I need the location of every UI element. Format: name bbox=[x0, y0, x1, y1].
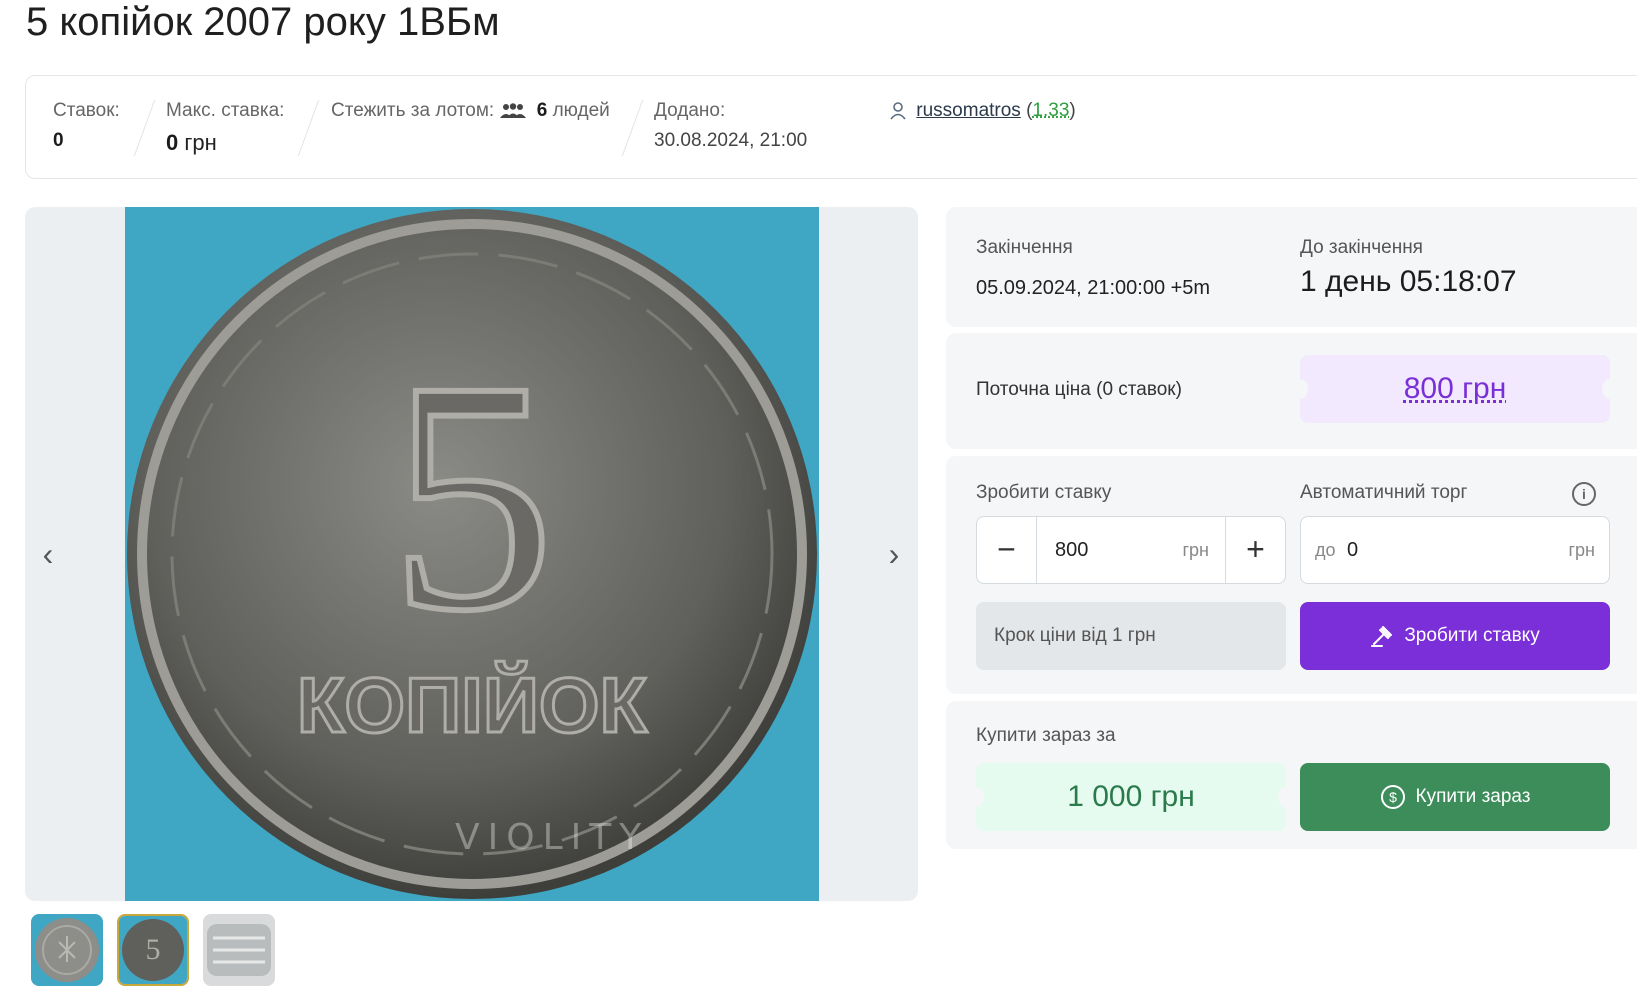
price-step-info: Крок ціни від 1 грн bbox=[976, 602, 1286, 670]
bid-label: Зробити ставку bbox=[976, 482, 1112, 503]
current-price-panel: Поточна ціна (0 ставок) 800 грн bbox=[946, 333, 1637, 449]
chevron-left-icon[interactable]: ‹ bbox=[31, 537, 65, 571]
chip-notch bbox=[1292, 379, 1308, 399]
auto-bid-prefix: до bbox=[1315, 540, 1336, 560]
buy-now-button[interactable]: $ Купити зараз bbox=[1300, 763, 1610, 831]
added-stat: Додано: 30.08.2024, 21:00 bbox=[654, 100, 807, 152]
current-price-chip: 800 грн bbox=[1300, 355, 1610, 423]
bids-stat: Ставок: 0 bbox=[53, 100, 120, 152]
thumbnail-coin-edge[interactable] bbox=[203, 914, 275, 986]
auto-bid-field[interactable]: до 0 грн bbox=[1300, 516, 1610, 584]
buy-now-price: 1 000 грн bbox=[976, 763, 1286, 831]
watchers-stat: Стежить за лотом: 6 людей bbox=[331, 100, 610, 122]
current-price-value[interactable]: 800 грн bbox=[1404, 372, 1507, 405]
bid-currency: грн bbox=[1182, 540, 1209, 560]
max-bid-label: Макс. ставка: bbox=[166, 100, 285, 121]
timing-panel: Закінчення 05.09.2024, 21:00:00 +5m До з… bbox=[946, 207, 1637, 327]
max-bid-value: 0 грн bbox=[166, 130, 217, 155]
chevron-right-icon[interactable]: › bbox=[877, 537, 911, 571]
people-icon bbox=[500, 103, 527, 118]
page-title: 5 копійок 2007 року 1ВБм bbox=[26, 0, 500, 44]
svg-text:5: 5 bbox=[146, 933, 161, 966]
seller-rating[interactable]: 1.33 bbox=[1032, 100, 1069, 121]
watchers-label: Стежить за лотом: bbox=[331, 100, 495, 121]
seller-info: russomatros (1.33) bbox=[889, 100, 1076, 122]
coin-word: КОПІЙОК bbox=[297, 661, 648, 749]
divider bbox=[133, 100, 156, 156]
current-price-label: Поточна ціна (0 ставок) bbox=[976, 379, 1182, 400]
coin-thumb-icon bbox=[203, 914, 275, 986]
user-icon bbox=[890, 102, 906, 120]
buy-now-button-label: Купити зараз bbox=[1415, 786, 1531, 807]
added-value: 30.08.2024, 21:00 bbox=[654, 130, 808, 151]
time-left-value: 1 день 05:18:07 bbox=[1300, 265, 1517, 298]
bid-amount-input[interactable]: 800 bbox=[1055, 517, 1088, 583]
time-left-label: До закінчення bbox=[1300, 237, 1423, 258]
bids-label: Ставок: bbox=[53, 100, 120, 121]
max-bid-stat: Макс. ставка: 0 грн bbox=[166, 100, 284, 156]
chip-notch bbox=[1278, 787, 1294, 807]
svg-text:$: $ bbox=[1389, 789, 1397, 805]
gavel-icon bbox=[1371, 625, 1393, 647]
coin-thumb-icon: 5 bbox=[119, 916, 187, 984]
place-bid-button[interactable]: Зробити ставку bbox=[1300, 602, 1610, 670]
watchers-count: 6 bbox=[536, 100, 548, 121]
buy-now-label: Купити зараз за bbox=[976, 725, 1116, 746]
lot-stats-bar: Ставок: 0 Макс. ставка: 0 грн Стежить за… bbox=[25, 75, 1637, 179]
auto-bid-label: Автоматичний торг bbox=[1300, 482, 1468, 503]
dollar-circle-icon: $ bbox=[1380, 784, 1405, 809]
buy-now-panel: Купити зараз за 1 000 грн $ Купити зараз bbox=[946, 701, 1637, 849]
auto-bid-input[interactable]: 0 bbox=[1347, 517, 1358, 583]
coin-illustration: 5 КОПІЙОК bbox=[127, 209, 817, 899]
bids-value: 0 bbox=[53, 130, 64, 151]
auto-bid-currency: грн bbox=[1568, 540, 1595, 560]
violity-watermark: VIOLITY bbox=[455, 817, 650, 858]
end-value: 05.09.2024, 21:00:00 +5m bbox=[976, 277, 1211, 299]
info-icon[interactable]: i bbox=[1572, 482, 1596, 506]
thumbnail-coin-obverse[interactable]: 5 bbox=[117, 914, 189, 986]
added-label: Додано: bbox=[654, 100, 726, 121]
chip-notch bbox=[968, 787, 984, 807]
coin-denomination: 5 bbox=[390, 314, 555, 679]
thumbnail-coin-reverse[interactable] bbox=[31, 914, 103, 986]
watchers-unit: людей bbox=[552, 100, 610, 121]
place-bid-label: Зробити ставку bbox=[1404, 625, 1540, 646]
seller-link[interactable]: russomatros bbox=[916, 100, 1021, 121]
coin-thumb-icon bbox=[31, 914, 103, 986]
main-coin-image[interactable]: 5 КОПІЙОК bbox=[125, 207, 819, 901]
chip-notch bbox=[1602, 379, 1618, 399]
divider bbox=[621, 100, 644, 156]
decrease-bid-button[interactable]: − bbox=[977, 517, 1037, 583]
bid-panel: Зробити ставку Автоматичний торг i − 800… bbox=[946, 456, 1637, 694]
end-label: Закінчення bbox=[976, 237, 1073, 258]
divider bbox=[297, 100, 320, 156]
increase-bid-button[interactable]: + bbox=[1225, 517, 1285, 583]
image-gallery: ‹ 5 КОПІЙОК VIOLITY › bbox=[25, 207, 918, 901]
bid-amount-stepper: − 800 грн + bbox=[976, 516, 1286, 584]
